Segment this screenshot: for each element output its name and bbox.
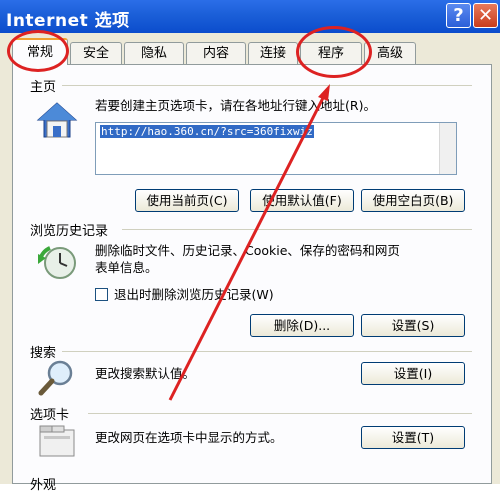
annotation-arrow <box>168 84 330 401</box>
